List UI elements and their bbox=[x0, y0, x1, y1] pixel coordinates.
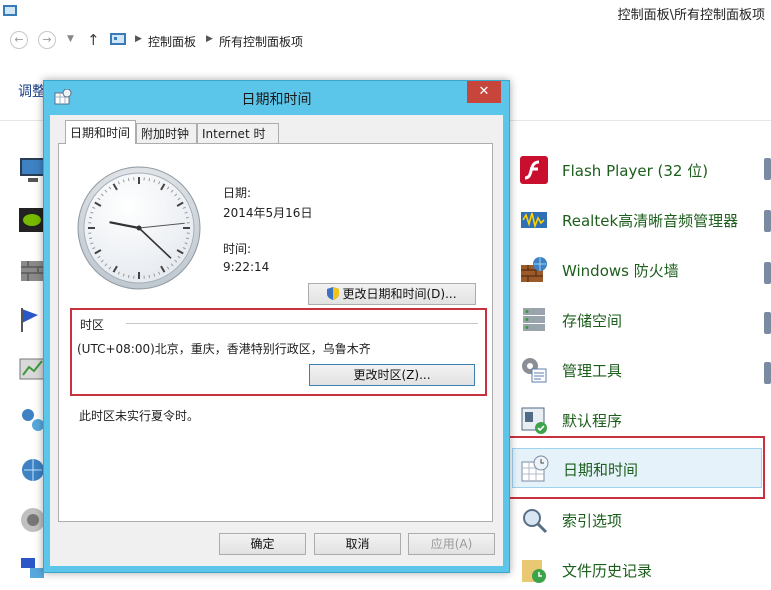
item-label: 文件历史记录 bbox=[562, 560, 652, 581]
date-label: 日期: bbox=[223, 184, 251, 201]
audio-manager-icon bbox=[519, 205, 549, 235]
dst-note: 此时区未实行夏令时。 bbox=[79, 407, 199, 424]
item-flash-player[interactable]: Flash Player (32 位) bbox=[512, 150, 762, 190]
up-arrow-icon[interactable]: ↑ bbox=[87, 31, 100, 49]
change-date-time-label: 更改日期和时间(D)... bbox=[342, 287, 456, 301]
clock-minute-tick bbox=[186, 217, 189, 218]
time-label: 时间: bbox=[223, 240, 251, 257]
dialog-body: 日期和时间 附加时钟 Internet 时间 bbox=[50, 115, 503, 566]
ok-button[interactable]: 确定 bbox=[219, 533, 306, 555]
item-storage-spaces[interactable]: 存储空间 bbox=[512, 300, 762, 340]
analog-clock bbox=[77, 166, 201, 290]
date-value: 2014年5月16日 bbox=[223, 204, 312, 221]
item-label: Windows 防火墙 bbox=[562, 260, 679, 281]
breadcrumb-all-items[interactable]: 所有控制面板项 bbox=[219, 33, 303, 50]
window-title: 控制面板\所有控制面板项 bbox=[618, 4, 765, 23]
breadcrumb-separator-icon[interactable]: ▶ bbox=[206, 34, 213, 44]
apply-button[interactable]: 应用(A) bbox=[408, 533, 495, 555]
flash-icon bbox=[519, 155, 549, 185]
clock-minute-tick bbox=[149, 275, 150, 278]
uac-shield-icon bbox=[327, 287, 339, 300]
item-indexing-options[interactable]: 索引选项 bbox=[512, 500, 762, 540]
item-default-programs[interactable]: 默认程序 bbox=[512, 400, 762, 440]
edge-icon bbox=[764, 312, 771, 334]
breadcrumb-separator-icon[interactable]: ▶ bbox=[135, 34, 142, 44]
divider bbox=[126, 323, 478, 324]
edge-icon bbox=[764, 158, 771, 180]
edge-icon bbox=[764, 362, 771, 384]
edge-icon bbox=[764, 210, 771, 232]
highlight-annotation bbox=[506, 436, 765, 499]
recent-pages-chevron-icon[interactable]: ▼ bbox=[67, 34, 74, 44]
admin-tools-icon bbox=[519, 355, 549, 385]
clock-minute-tick bbox=[149, 178, 150, 181]
dialog-title: 日期和时间 bbox=[44, 89, 509, 109]
item-admin-tools[interactable]: 管理工具 bbox=[512, 350, 762, 390]
timezone-value: (UTC+08:00)北京，重庆，香港特别行政区，乌鲁木齐 bbox=[77, 340, 371, 357]
timezone-title: 时区 bbox=[80, 316, 104, 333]
item-label: 存储空间 bbox=[562, 310, 622, 331]
breadcrumb-control-panel[interactable]: 控制面板 bbox=[148, 33, 196, 50]
item-windows-firewall[interactable]: Windows 防火墙 bbox=[512, 250, 762, 290]
control-panel-icon bbox=[2, 3, 18, 19]
page-heading: 调整 bbox=[18, 81, 46, 101]
tab-additional-clocks[interactable]: 附加时钟 bbox=[136, 123, 197, 143]
item-label: 管理工具 bbox=[562, 360, 622, 381]
storage-icon bbox=[519, 305, 549, 335]
item-label: Flash Player (32 位) bbox=[562, 160, 708, 181]
item-file-history[interactable]: 文件历史记录 bbox=[512, 550, 762, 590]
forward-arrow-icon[interactable]: → bbox=[38, 31, 56, 49]
tab-panel: 日期: 2014年5月16日 时间: 9:22:14 更改日期和时间(D)...… bbox=[58, 143, 493, 522]
window-titlebar: 控制面板\所有控制面板项 bbox=[0, 0, 771, 26]
control-panel-crumb-icon bbox=[110, 33, 126, 47]
edge-icon bbox=[764, 262, 771, 284]
file-history-icon bbox=[519, 555, 549, 585]
firewall-icon bbox=[519, 255, 549, 285]
tab-date-and-time[interactable]: 日期和时间 bbox=[65, 120, 136, 144]
change-date-time-button[interactable]: 更改日期和时间(D)... bbox=[308, 283, 476, 305]
tab-internet-time[interactable]: Internet 时间 bbox=[197, 123, 279, 143]
back-arrow-icon[interactable]: ← bbox=[10, 31, 28, 49]
item-label: Realtek高清晰音频管理器 bbox=[562, 210, 738, 231]
clock-minute-tick bbox=[128, 178, 129, 181]
clock-minute-tick bbox=[128, 275, 129, 278]
navigation-bar: ← → ▼ ↑ ▶ 控制面板 ▶ 所有控制面板项 bbox=[0, 26, 771, 56]
time-value: 9:22:14 bbox=[223, 260, 269, 274]
date-time-dialog: 日期和时间 ✕ 日期和时间 附加时钟 Internet 时间 bbox=[43, 80, 510, 573]
search-index-icon bbox=[519, 505, 549, 535]
default-programs-icon bbox=[519, 405, 549, 435]
item-label: 默认程序 bbox=[562, 410, 622, 431]
close-icon[interactable]: ✕ bbox=[467, 81, 501, 103]
cancel-button[interactable]: 取消 bbox=[314, 533, 401, 555]
item-label: 索引选项 bbox=[562, 510, 622, 531]
clock-minute-tick bbox=[89, 217, 92, 218]
change-timezone-button[interactable]: 更改时区(Z)... bbox=[309, 364, 475, 386]
item-realtek-audio[interactable]: Realtek高清晰音频管理器 bbox=[512, 200, 762, 240]
timezone-group: 时区 (UTC+08:00)北京，重庆，香港特别行政区，乌鲁木齐 更改时区(Z)… bbox=[70, 308, 487, 396]
clock-minute-tick bbox=[186, 238, 189, 239]
clock-minute-tick bbox=[89, 238, 92, 239]
